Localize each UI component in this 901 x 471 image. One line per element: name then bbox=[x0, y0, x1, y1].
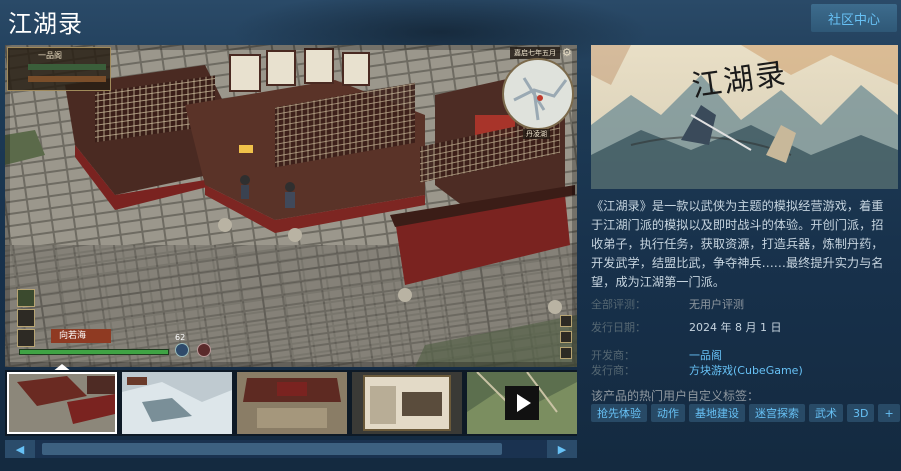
hud-right-buttons bbox=[560, 315, 574, 363]
tag-base-building[interactable]: 基地建设 bbox=[689, 404, 745, 422]
tag-list: 抢先体验 动作 基地建设 迷宫探索 武术 3D + bbox=[591, 404, 900, 422]
tag-dungeon-crawler[interactable]: 迷宫探索 bbox=[749, 404, 805, 422]
add-tag-button[interactable]: + bbox=[878, 404, 900, 422]
tags-label: 该产品的热门用户自定义标签： bbox=[591, 389, 760, 403]
release-date-value: 2024 年 8 月 1 日 bbox=[689, 321, 782, 334]
hud-action-bar: 向若海 62 bbox=[7, 289, 221, 359]
tag-early-access[interactable]: 抢先体验 bbox=[591, 404, 647, 422]
publisher-link[interactable]: 方块游戏(CubeGame) bbox=[689, 362, 803, 378]
main-screenshot[interactable]: 一品阁 嘉启七年五月 ⚙ 丹凌湖 向若海 62 bbox=[5, 45, 577, 367]
hud-side-button[interactable] bbox=[560, 331, 572, 343]
hud-health-bar bbox=[19, 349, 169, 355]
scrollbar-thumb[interactable] bbox=[42, 443, 502, 455]
hud-sect-panel: 一品阁 bbox=[7, 47, 111, 91]
developer-label: 开发商： bbox=[591, 349, 635, 362]
minimap-label: 丹凌湖 bbox=[523, 129, 550, 139]
thumbnail-screenshot-2[interactable] bbox=[122, 372, 232, 434]
thumbnail-strip bbox=[5, 370, 577, 436]
thumbnail-image bbox=[122, 372, 232, 434]
game-title: 江湖录 bbox=[8, 10, 83, 38]
hud-bar bbox=[28, 64, 106, 70]
tag-3d[interactable]: 3D bbox=[847, 404, 875, 422]
thumbnail-screenshot-4[interactable] bbox=[352, 372, 462, 434]
scroll-left-button[interactable]: ◀ bbox=[5, 440, 35, 458]
publisher-row: 发行商： 方块游戏(CubeGame) bbox=[591, 362, 803, 378]
hud-bar bbox=[28, 76, 106, 82]
skill-slot[interactable] bbox=[17, 329, 35, 347]
reviews-row: 全部评测： 无用户评测 bbox=[591, 296, 744, 312]
tag-action[interactable]: 动作 bbox=[651, 404, 685, 422]
gear-icon[interactable]: ⚙ bbox=[562, 47, 574, 59]
thumbnail-image bbox=[237, 372, 347, 434]
thumbnail-screenshot-1[interactable] bbox=[7, 372, 117, 434]
thumbnail-screenshot-3[interactable] bbox=[237, 372, 347, 434]
skill-slot[interactable] bbox=[17, 309, 35, 327]
hud-character-name: 向若海 bbox=[51, 329, 111, 343]
thumbnail-image bbox=[7, 372, 117, 434]
hud-orb[interactable] bbox=[175, 343, 189, 357]
reviews-value: 无用户评测 bbox=[689, 298, 744, 311]
release-date-row: 发行日期： 2024 年 8 月 1 日 bbox=[591, 319, 781, 335]
hud-side-button[interactable] bbox=[560, 315, 572, 327]
hud-side-button[interactable] bbox=[560, 347, 572, 359]
skill-slot[interactable] bbox=[17, 289, 35, 307]
thumbnail-image bbox=[352, 372, 462, 434]
scroll-right-button[interactable]: ▶ bbox=[547, 440, 577, 458]
play-icon[interactable] bbox=[505, 386, 539, 420]
thumbnail-scrollbar[interactable]: ◀ ▶ bbox=[5, 440, 577, 458]
capsule-image: 江湖录 bbox=[591, 45, 898, 189]
publisher-label: 发行商： bbox=[591, 364, 635, 377]
release-date-label: 发行日期： bbox=[591, 321, 646, 334]
developer-link[interactable]: 一品阁 bbox=[689, 347, 722, 363]
thumbnail-video[interactable] bbox=[467, 372, 577, 434]
hud-orb[interactable] bbox=[197, 343, 211, 357]
tag-martial-arts[interactable]: 武术 bbox=[809, 404, 843, 422]
reviews-label: 全部评测： bbox=[591, 298, 646, 311]
community-hub-button[interactable]: 社区中心 bbox=[811, 4, 897, 32]
minimap[interactable] bbox=[502, 58, 574, 130]
hud-sect-name: 一品阁 bbox=[38, 51, 62, 60]
game-description: 《江湖录》是一款以武侠为主题的模拟经营游戏，着重于江湖门派的模拟以及即时战斗的体… bbox=[591, 199, 884, 289]
hud-value: 62 bbox=[175, 333, 186, 342]
developer-row: 开发商： 一品阁 bbox=[591, 347, 722, 363]
